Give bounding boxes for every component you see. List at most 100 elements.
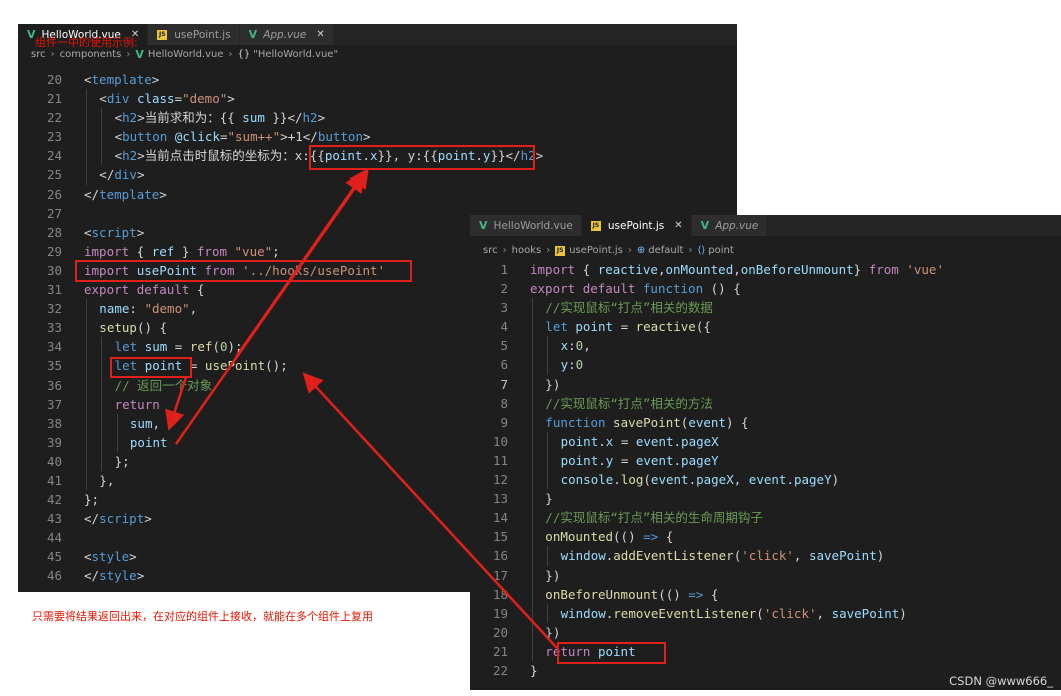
code-line[interactable]: 26 </template> <box>18 185 737 204</box>
code-text: </div> <box>99 167 145 183</box>
line-number: 7 <box>500 376 508 392</box>
indent-guide <box>101 127 103 147</box>
line-number: 3 <box>500 300 508 316</box>
breadcrumb-symbol[interactable]: "HelloWorld.vue" <box>253 49 338 60</box>
code-line[interactable]: 7}) <box>470 374 1061 394</box>
code-area[interactable]: 1 import { reactive,onMounted,onBeforeUnm… <box>470 260 1061 680</box>
code-line[interactable]: 10 point.x = event.pageX <box>470 431 1061 451</box>
code-line[interactable]: 21 <div class="demo"> <box>18 89 737 109</box>
code-text: onBeforeUnmount(() => { <box>545 586 719 602</box>
code-text: window.addEventListener('click', savePoi… <box>560 548 885 564</box>
code-text: point <box>129 434 168 450</box>
code-line[interactable]: 2 export default function () { <box>470 279 1061 298</box>
code-text: }) <box>545 567 561 583</box>
line-number: 9 <box>500 414 508 430</box>
variable-symbol-icon: ⟨⟩ <box>697 245 706 256</box>
line-number: 27 <box>46 205 62 221</box>
line-number: 6 <box>500 357 508 373</box>
breadcrumb-src[interactable]: src <box>31 49 46 60</box>
indent-guide <box>532 622 533 642</box>
code-line[interactable]: 15 onMounted(() => { <box>470 527 1061 547</box>
indent-guide <box>86 451 87 471</box>
indent-guide <box>86 413 87 433</box>
line-number: 8 <box>500 395 508 411</box>
tab-usepoint-js[interactable]: JS usePoint.js ✕ <box>581 215 692 236</box>
vue-icon: V <box>479 219 488 232</box>
code-line[interactable]: 14 //实现鼠标“打点”相关的生命周期钩子 <box>470 508 1061 528</box>
code-line[interactable]: 6 y:0 <box>470 355 1061 375</box>
indent-guide <box>532 431 533 451</box>
indent-guide <box>86 146 87 166</box>
code-line[interactable]: 11 point.y = event.pageY <box>470 450 1061 471</box>
tab-app-vue[interactable]: V App.vue <box>691 215 768 236</box>
tab-helloworld-vue[interactable]: V HelloWorld.vue <box>470 215 582 236</box>
code-line[interactable]: 13} <box>470 489 1061 509</box>
line-number: 4 <box>500 319 508 335</box>
code-text: <script> <box>84 224 145 240</box>
indent-guide <box>86 108 87 128</box>
line-number: 43 <box>46 511 62 527</box>
indent-guide <box>547 355 549 375</box>
breadcrumb-default[interactable]: default <box>648 245 683 256</box>
code-line[interactable]: 20}) <box>470 622 1061 642</box>
breadcrumb-src[interactable]: src <box>483 245 498 256</box>
indent-guide <box>101 375 103 395</box>
chevron-right-icon: › <box>50 49 55 60</box>
close-icon[interactable]: ✕ <box>674 220 682 231</box>
code-text: //实现鼠标“打点”相关的数据 <box>545 300 713 316</box>
code-line[interactable]: 19 window.removeEventListener('click', sa… <box>470 603 1061 623</box>
indent-guide <box>101 413 103 433</box>
chevron-right-icon: › <box>502 245 507 256</box>
indent-guide <box>532 489 533 509</box>
breadcrumb-components[interactable]: components <box>60 49 122 60</box>
indent-guide <box>86 356 87 376</box>
indent-guide <box>532 393 533 413</box>
tab-label: usePoint.js <box>607 219 665 232</box>
code-line[interactable]: 8 //实现鼠标“打点”相关的方法 <box>470 393 1061 413</box>
tab-app-vue[interactable]: V App.vue ✕ <box>239 24 334 45</box>
line-number: 22 <box>46 110 62 126</box>
line-number: 35 <box>46 358 62 374</box>
line-number: 21 <box>46 91 62 107</box>
code-line[interactable]: 5 x:0, <box>470 336 1061 356</box>
line-number: 16 <box>492 548 508 564</box>
breadcrumb-file[interactable]: usePoint.js <box>569 245 623 256</box>
code-text: //实现鼠标“打点”相关的生命周期钩子 <box>545 510 763 526</box>
code-text: let sum = ref(0); <box>114 339 243 355</box>
tab-usepoint-js[interactable]: JS usePoint.js <box>148 24 240 45</box>
breadcrumb-hooks[interactable]: hooks <box>512 245 542 256</box>
code-line[interactable]: 9 function savePoint(event) { <box>470 412 1061 432</box>
breadcrumb-file[interactable]: HelloWorld.vue <box>148 49 224 60</box>
code-line[interactable]: 22 <h2>当前求和为：{{ sum }}</h2> <box>18 108 737 128</box>
code-text: name: "demo", <box>99 301 198 317</box>
code-text: y:0 <box>560 357 584 373</box>
line-number: 13 <box>492 491 508 507</box>
code-text: <h2>当前求和为：{{ sum }}</h2> <box>114 110 326 126</box>
line-number: 40 <box>46 453 62 469</box>
line-number: 41 <box>46 472 62 488</box>
code-line[interactable]: 1 import { reactive,onMounted,onBeforeUnm… <box>470 260 1061 279</box>
breadcrumb: src › hooks › JS usePoint.js › ⊕ default… <box>470 241 1061 260</box>
tab-label: App.vue <box>715 219 759 232</box>
code-line[interactable]: 12 console.log(event.pageX, event.pageY) <box>470 470 1061 490</box>
code-line[interactable]: 3 //实现鼠标“打点”相关的数据 <box>470 298 1061 318</box>
code-line[interactable]: 4 let point = reactive({ <box>470 317 1061 337</box>
line-number: 30 <box>46 262 62 278</box>
line-number: 26 <box>46 186 62 202</box>
line-number: 11 <box>492 452 508 468</box>
code-line[interactable]: 17}) <box>470 565 1061 585</box>
code-line[interactable]: 20 <template> <box>18 70 737 89</box>
line-number: 12 <box>492 472 508 488</box>
line-number: 39 <box>46 434 62 450</box>
breadcrumb-point[interactable]: point <box>708 245 734 256</box>
code-line[interactable]: 23 <button @click="sum++">+1</button> <box>18 127 737 147</box>
line-number: 42 <box>46 492 62 508</box>
close-icon[interactable]: ✕ <box>316 29 324 40</box>
line-number: 14 <box>492 510 508 526</box>
code-line[interactable]: 16 window.addEventListener('click', saveP… <box>470 546 1061 566</box>
code-text: </template> <box>84 186 167 202</box>
line-number: 25 <box>46 167 62 183</box>
chevron-right-icon: › <box>228 49 233 60</box>
js-icon: JS <box>555 245 566 256</box>
code-line[interactable]: 18 onBeforeUnmount(() => { <box>470 584 1061 604</box>
